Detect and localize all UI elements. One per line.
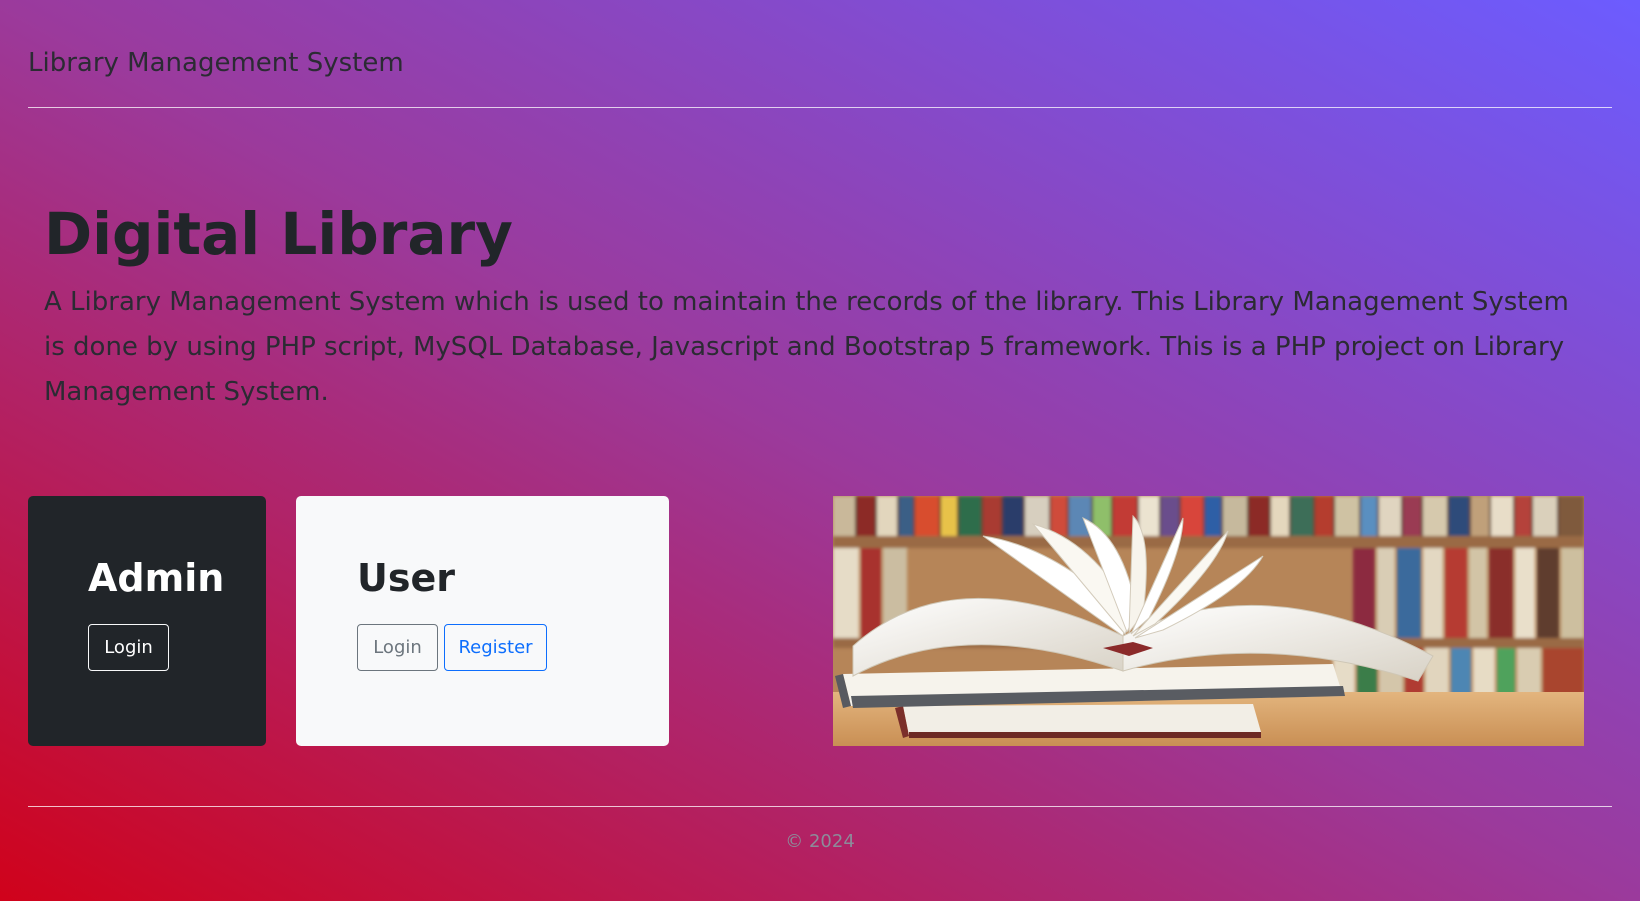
library-books-image	[833, 496, 1584, 746]
page-title: Digital Library	[44, 200, 513, 268]
hero-section: Digital Library A Library Management Sys…	[44, 200, 1594, 415]
admin-card-title: Admin	[88, 556, 225, 600]
site-header: Library Management System	[28, 0, 1612, 108]
page-description: A Library Management System which is use…	[44, 286, 1569, 407]
brand-title[interactable]: Library Management System	[28, 48, 404, 78]
shelf-books-top	[833, 496, 1584, 536]
user-login-button[interactable]: Login	[357, 624, 438, 671]
user-card-title: User	[357, 556, 455, 600]
library-books-illustration	[833, 496, 1584, 746]
copyright-text: © 2024	[785, 831, 855, 852]
admin-card: Admin Login	[28, 496, 266, 746]
user-register-button[interactable]: Register	[444, 624, 547, 671]
admin-login-button[interactable]: Login	[88, 624, 169, 671]
site-footer: © 2024	[28, 806, 1612, 852]
user-card: User Login Register	[296, 496, 669, 746]
